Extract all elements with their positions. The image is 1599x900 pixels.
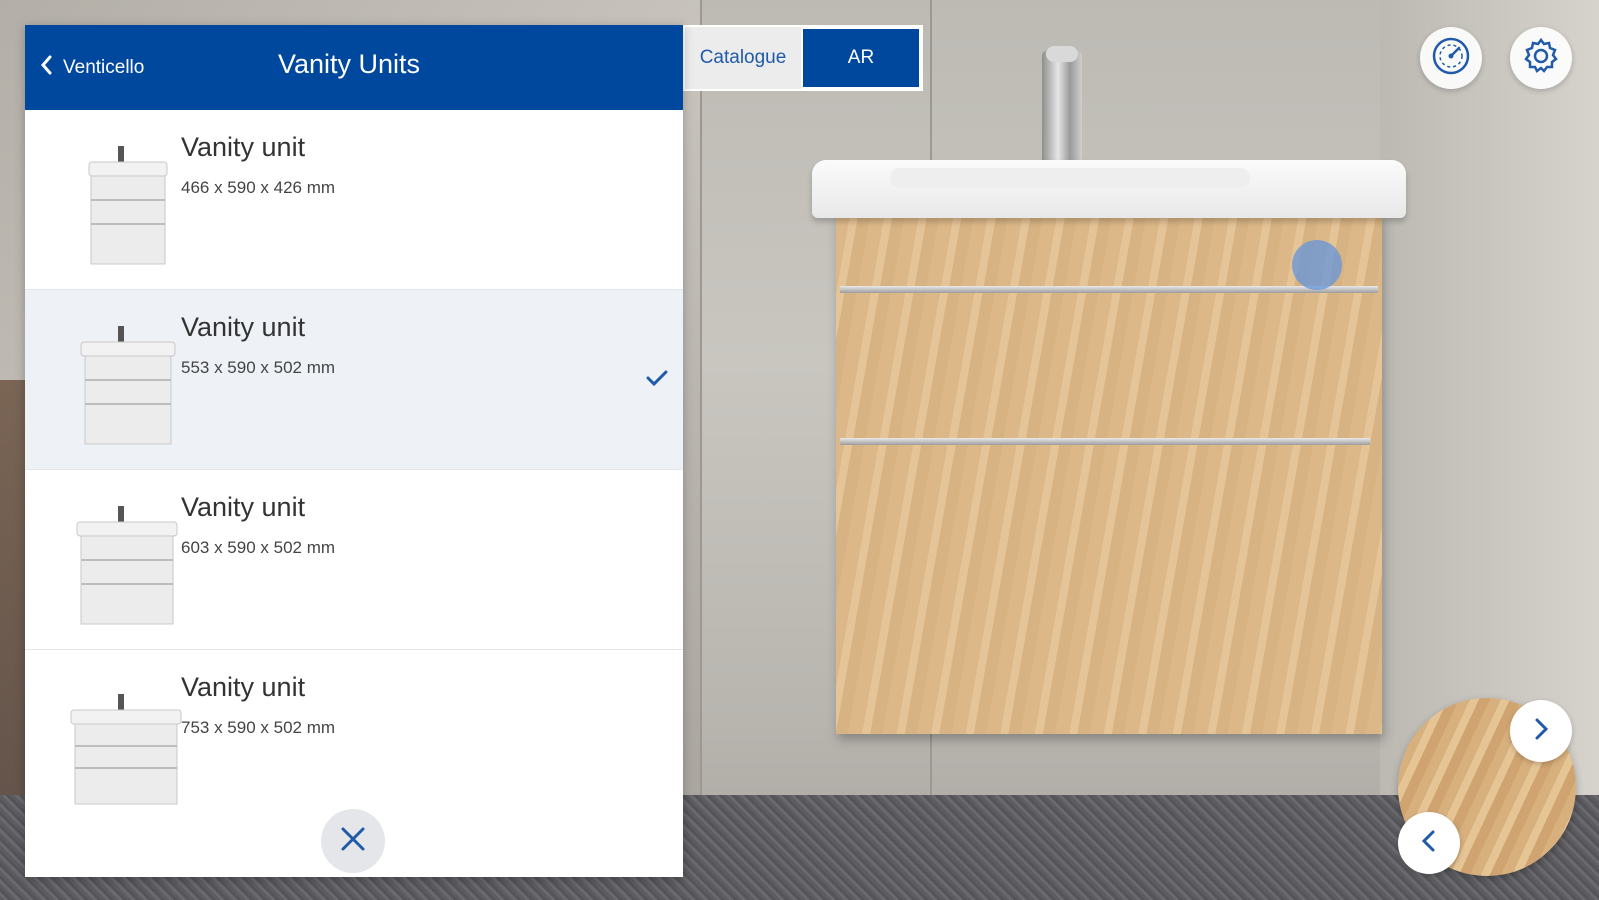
product-name: Vanity unit (181, 492, 306, 522)
ar-placement-marker[interactable] (1292, 240, 1342, 290)
ar-tab[interactable]: AR (801, 27, 921, 89)
catalogue-tab[interactable]: Catalogue (685, 27, 801, 89)
product-name: Vanity unit (181, 312, 306, 342)
performance-button[interactable] (1420, 27, 1482, 89)
product-dimensions: 553 x 590 x 502 mm (181, 358, 336, 377)
product-name: Vanity unit (181, 132, 306, 162)
speedometer-icon (1430, 35, 1472, 82)
product-name: Vanity unit (181, 672, 306, 702)
panel-footer (25, 809, 683, 877)
chevron-left-icon (39, 54, 53, 82)
chevron-left-icon (1416, 828, 1442, 859)
gear-icon (1520, 35, 1562, 82)
chevron-right-icon (1528, 716, 1554, 747)
wall-tile-joint (700, 0, 702, 800)
close-icon (338, 824, 368, 859)
close-button[interactable] (321, 809, 385, 873)
product-thumbnail (53, 140, 183, 270)
prev-material-button[interactable] (1398, 812, 1460, 874)
panel-title: Vanity Units (277, 49, 421, 79)
faucet-top (1046, 46, 1078, 62)
checkmark-icon (645, 368, 669, 393)
wall-right (1380, 0, 1599, 800)
product-item[interactable]: Vanity unit 466 x 590 x 426 mm (25, 110, 683, 290)
product-item[interactable]: Vanity unit 603 x 590 x 502 mm (25, 470, 683, 650)
product-list: Vanity unit 466 x 590 x 426 mm Vanity un… (25, 110, 683, 830)
back-button[interactable]: Venticello (39, 53, 144, 83)
product-item[interactable]: Vanity unit 553 x 590 x 502 mm (25, 290, 683, 470)
product-thumbnail (53, 680, 183, 810)
panel-header: Vanity Units Venticello (25, 25, 683, 110)
product-dimensions: 603 x 590 x 502 mm (181, 538, 336, 557)
product-item[interactable]: Vanity unit 753 x 590 x 502 mm (25, 650, 683, 830)
drawer-rail (840, 438, 1370, 445)
product-thumbnail (53, 320, 183, 450)
drawer-rail (840, 286, 1378, 293)
view-mode-toggle: Catalogue AR (683, 25, 923, 91)
product-thumbnail (53, 500, 183, 630)
product-dimensions: 753 x 590 x 502 mm (181, 718, 336, 737)
back-label: Venticello (63, 57, 145, 78)
product-panel: Vanity Units Venticello Vanity unit 466 … (25, 25, 683, 877)
product-dimensions: 466 x 590 x 426 mm (181, 178, 336, 197)
vanity-cabinet[interactable] (836, 214, 1382, 734)
faucet (1042, 50, 1082, 168)
settings-button[interactable] (1510, 27, 1572, 89)
next-material-button[interactable] (1510, 700, 1572, 762)
washbasin-bowl (890, 168, 1250, 188)
